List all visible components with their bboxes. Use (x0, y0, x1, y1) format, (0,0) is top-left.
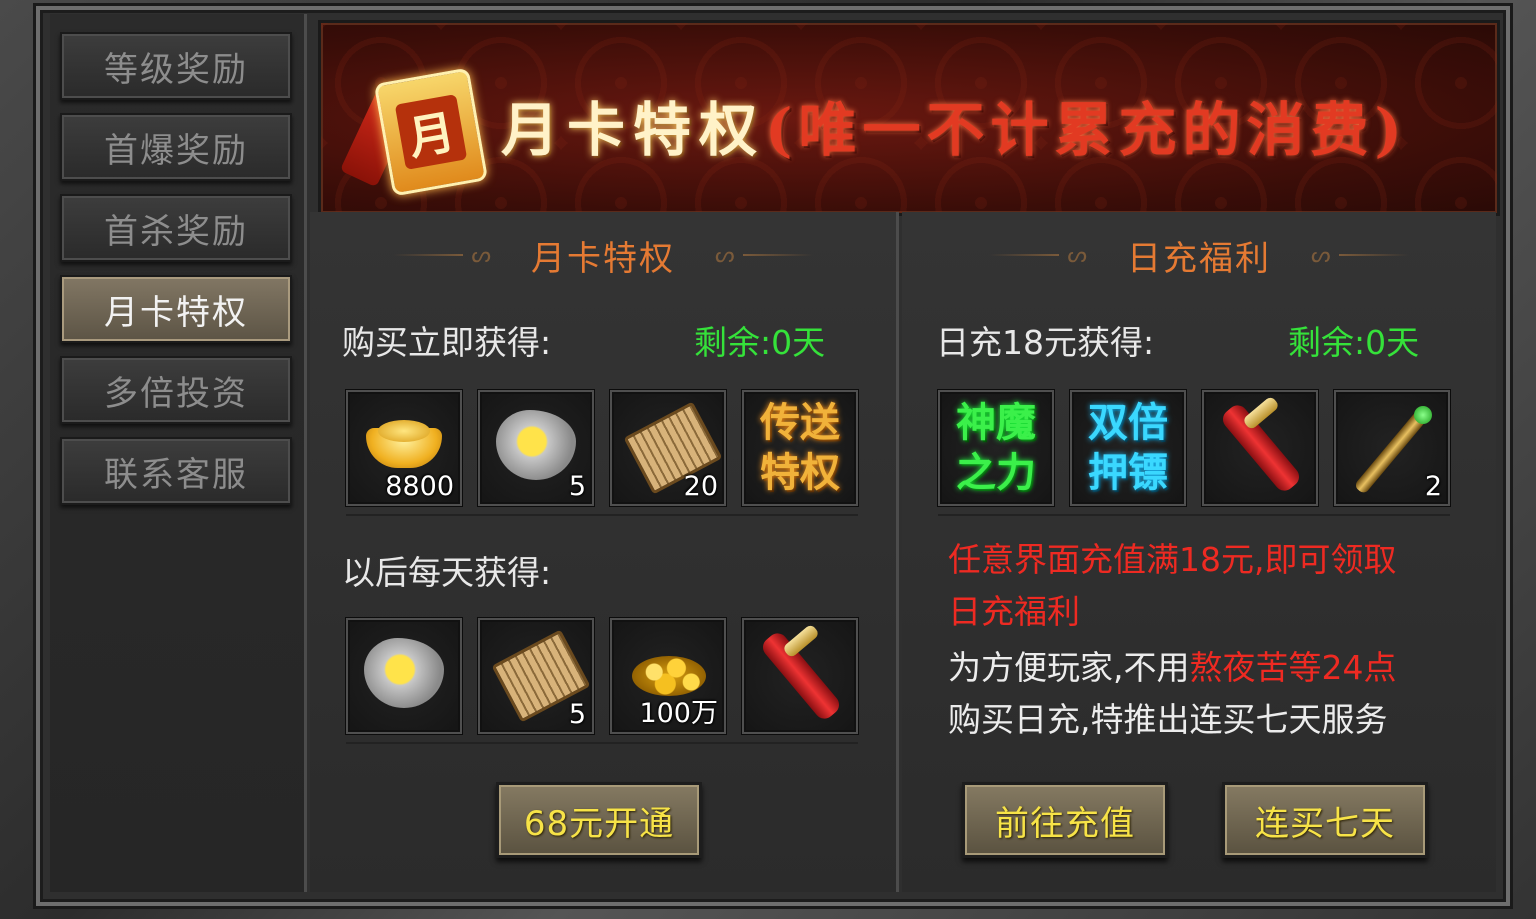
god-demon-power-icon: 神魔之力 (956, 399, 1036, 496)
reward-slot[interactable]: 传送特权 (742, 390, 858, 506)
item-count: 5 (568, 699, 586, 730)
ore-icon (364, 638, 444, 708)
daily-recharge-label: 日充18元获得: (936, 323, 1155, 362)
panel-header: ᔕ 月卡特权 ᔕ (310, 230, 896, 280)
monthly-card-icon: 月 (373, 67, 489, 197)
reward-slot[interactable]: 5 (478, 618, 594, 734)
remaining-days: 剩余:0天 (694, 323, 826, 362)
teleport-privilege-icon: 传送特权 (760, 399, 840, 496)
ornament-right-icon: ᔕ (1311, 243, 1409, 268)
recharge-notice-line2: 日充福利 (948, 592, 1080, 631)
daily-recharge-reward-row: 神魔之力 双倍押镖 2 (938, 382, 1450, 516)
ornament-left-icon: ᔕ (989, 243, 1087, 268)
reward-slot[interactable]: 2 (1334, 390, 1450, 506)
buy-seven-days-button[interactable]: 连买七天 (1222, 782, 1428, 858)
recharge-notice-line1: 任意界面充值满18元,即可领取 (948, 540, 1397, 579)
ornament-right-icon: ᔕ (715, 243, 813, 268)
sidebar-item-customer-service[interactable]: 联系客服 (60, 437, 292, 505)
double-escort-icon: 双倍押镖 (1088, 399, 1168, 496)
item-count: 8800 (385, 471, 454, 502)
reward-slot[interactable]: 100万 (610, 618, 726, 734)
sidebar-item-label: 首爆奖励 (104, 130, 248, 171)
description-line2: 购买日充,特推出连买七天服务 (948, 700, 1388, 739)
reward-slot[interactable] (742, 618, 858, 734)
gold-coins-icon (632, 656, 706, 696)
reward-slot[interactable] (1202, 390, 1318, 506)
open-monthly-card-button[interactable]: 68元开通 (496, 782, 702, 858)
reward-slot[interactable]: 8800 (346, 390, 462, 506)
reward-slot[interactable]: 双倍押镖 (1070, 390, 1186, 506)
description-highlight: 熬夜苦等24点 (1189, 648, 1397, 687)
sidebar-item-first-kill-reward[interactable]: 首杀奖励 (60, 194, 292, 262)
daily-reward-label: 以后每天获得: (342, 553, 552, 592)
remaining-days: 剩余:0天 (1288, 323, 1420, 362)
sidebar-item-label: 联系客服 (104, 454, 248, 495)
sidebar-item-label: 月卡特权 (104, 292, 248, 333)
item-count: 20 (683, 471, 718, 502)
gold-ingot-top (378, 420, 430, 442)
reward-slot[interactable]: 20 (610, 390, 726, 506)
buy-instant-label: 购买立即获得: (342, 323, 552, 362)
monthly-card-banner: 月 月卡特权(唯一不计累充的消费) (318, 20, 1500, 216)
ornament-left-icon: ᔕ (393, 243, 491, 268)
sidebar-item-monthly-card[interactable]: 月卡特权 (60, 275, 292, 343)
sidebar-item-level-reward[interactable]: 等级奖励 (60, 32, 292, 100)
sidebar: 等级奖励 首爆奖励 首杀奖励 月卡特权 多倍投资 联系客服 (50, 14, 307, 892)
instant-reward-row: 8800 5 20 传送特权 (346, 382, 858, 516)
banner-title: 月卡特权(唯一不计累充的消费) (501, 83, 1408, 167)
monthly-card-panel: ᔕ 月卡特权 ᔕ 购买立即获得: 剩余:0天 8800 5 20 传送特权 以后… (310, 212, 899, 892)
rod-gem (1414, 406, 1432, 424)
item-count: 100万 (639, 698, 718, 729)
panel-title: 月卡特权 (531, 238, 675, 279)
sidebar-item-label: 多倍投资 (104, 373, 248, 414)
panel-header: ᔕ 日充福利 ᔕ (902, 230, 1496, 280)
reward-slot[interactable]: 神魔之力 (938, 390, 1054, 506)
panel-title: 日充福利 (1127, 238, 1271, 279)
sidebar-item-label: 首杀奖励 (104, 211, 248, 252)
go-recharge-button[interactable]: 前往充值 (962, 782, 1168, 858)
daily-reward-row: 5 100万 (346, 610, 858, 744)
reward-slot[interactable] (346, 618, 462, 734)
banner-title-main: 月卡特权 (501, 96, 766, 164)
description-text: 为方便玩家,不用 (948, 648, 1190, 687)
ore-icon (496, 410, 576, 480)
item-count: 2 (1424, 471, 1442, 502)
item-count: 5 (568, 471, 586, 502)
card-glyph: 月 (394, 94, 468, 170)
daily-recharge-panel: ᔕ 日充福利 ᔕ 日充18元获得: 剩余:0天 神魔之力 双倍押镖 2 任意界面… (902, 212, 1496, 892)
sidebar-item-first-drop-reward[interactable]: 首爆奖励 (60, 113, 292, 181)
sidebar-item-multi-investment[interactable]: 多倍投资 (60, 356, 292, 424)
description-line1: 为方便玩家,不用熬夜苦等24点 (948, 642, 1397, 694)
sidebar-item-label: 等级奖励 (104, 49, 248, 90)
reward-slot[interactable]: 5 (478, 390, 594, 506)
banner-subtitle: (唯一不计累充的消费) (765, 96, 1408, 164)
